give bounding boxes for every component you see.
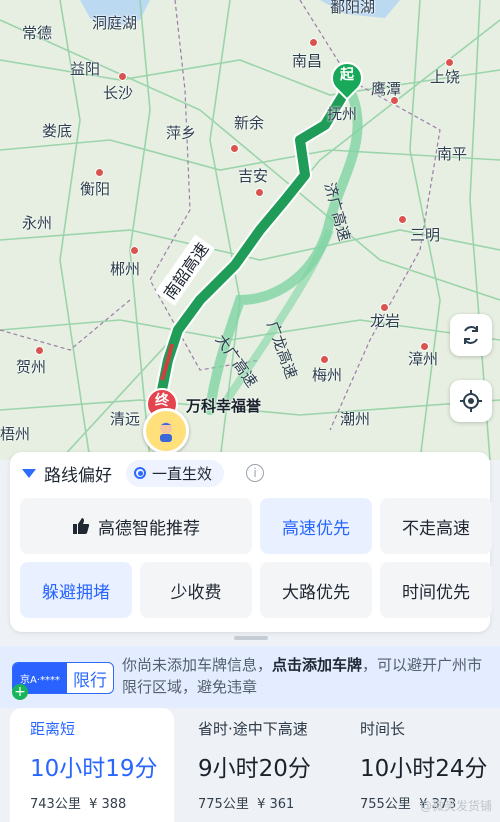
city-dot <box>130 246 139 255</box>
thumbs-up-icon <box>73 518 90 534</box>
info-icon[interactable]: i <box>246 464 265 482</box>
radio-icon <box>134 467 146 479</box>
city-label: 南平 <box>437 145 468 163</box>
watermark: @微笑发货铺 <box>419 799 492 813</box>
option-time-first[interactable]: 时间优先 <box>380 562 492 618</box>
option-highway-first[interactable]: 高速优先 <box>260 498 372 554</box>
city-dot <box>35 346 44 355</box>
route-preference-panel: 路线偏好 一直生效 i 高德智能推荐 高速优先 不走高速 躲避拥堵 少收费 大路… <box>10 452 492 632</box>
city-label: 郴州 <box>110 260 141 278</box>
city-label: 新余 <box>234 114 265 132</box>
preference-title: 路线偏好 <box>44 465 112 486</box>
option-less-toll[interactable]: 少收费 <box>140 562 252 618</box>
add-plate-icon[interactable]: + <box>12 684 28 700</box>
route-time: 10小时19分 <box>30 756 158 782</box>
city-label: 梧州 <box>0 425 31 443</box>
route-toll: ¥ 361 <box>257 797 295 812</box>
option-avoid-highway[interactable]: 不走高速 <box>380 498 492 554</box>
option-main-road[interactable]: 大路优先 <box>260 562 372 618</box>
city-label: 洞庭湖 <box>92 14 138 32</box>
option-avoid-congestion[interactable]: 躲避拥堵 <box>20 562 132 618</box>
city-label: 三明 <box>410 226 441 244</box>
sticky-label: 一直生效 <box>152 464 213 483</box>
option-label: 高德智能推荐 <box>98 518 200 539</box>
refresh-route-button[interactable] <box>450 314 492 356</box>
city-label: 贺州 <box>16 358 47 376</box>
route-distance: 775公里 <box>198 797 249 812</box>
option-label: 高速优先 <box>282 518 350 539</box>
city-label: 常德 <box>22 24 53 42</box>
city-dot <box>230 144 239 153</box>
route-meta: 743公里 ¥ 388 <box>30 793 174 812</box>
route-label: 距离短 <box>30 720 76 738</box>
preference-header[interactable]: 路线偏好 一直生效 i <box>22 458 265 488</box>
start-marker-label: 起 <box>340 67 354 83</box>
destination-label: 万科幸福誉 <box>186 397 262 415</box>
map-view[interactable]: 鄱阳湖 常德 洞庭湖 南昌 益阳 长沙 鹰潭 上饶 抚州 娄底 萍乡 新余 南平… <box>0 0 500 460</box>
route-distance: 743公里 <box>30 797 81 812</box>
city-label: 南昌 <box>292 52 323 70</box>
option-label: 不走高速 <box>402 518 470 539</box>
city-label: 梅州 <box>312 366 343 384</box>
city-label: 龙岩 <box>370 312 401 330</box>
city-label: 永州 <box>22 214 53 232</box>
city-label: 衡阳 <box>80 180 111 198</box>
option-label: 少收费 <box>170 582 222 603</box>
city-label: 鄱阳湖 <box>330 0 376 16</box>
route-label: 省时·途中下高速 <box>198 720 308 738</box>
end-marker-label: 终 <box>155 393 169 409</box>
city-label: 长沙 <box>103 84 134 102</box>
restriction-tag: 限行 <box>73 670 107 691</box>
route-options: 距离短 10小时19分 743公里 ¥ 388 省时·途中下高速 9小时20分 … <box>0 708 500 822</box>
city-label: 吉安 <box>238 167 269 185</box>
city-label: 鹰潭 <box>371 80 402 98</box>
option-label: 大路优先 <box>282 582 350 603</box>
plate-notice-banner[interactable]: 京A·**** 限行 + 你尚未添加车牌信息，点击添加车牌，可以避开广州市限行区… <box>0 646 500 708</box>
sticky-toggle[interactable]: 一直生效 <box>126 459 225 487</box>
city-dot <box>118 72 127 81</box>
route-card-shortest[interactable]: 距离短 10小时19分 743公里 ¥ 388 <box>10 708 174 822</box>
route-meta: 775公里 ¥ 361 <box>198 793 338 812</box>
city-dot <box>309 38 318 47</box>
user-avatar-icon <box>143 408 189 454</box>
city-dot <box>398 215 407 224</box>
collapse-triangle-icon <box>22 468 36 478</box>
option-label: 时间优先 <box>402 582 470 603</box>
locate-icon <box>460 390 482 412</box>
locate-button[interactable] <box>450 380 492 422</box>
drag-handle[interactable] <box>234 636 268 640</box>
route-label: 时间长 <box>360 720 406 738</box>
city-label: 漳州 <box>408 350 439 368</box>
city-dot <box>320 355 329 364</box>
city-label: 娄底 <box>42 122 73 140</box>
city-label: 上饶 <box>430 68 461 86</box>
city-label: 潮州 <box>340 410 371 428</box>
add-plate-link[interactable]: 点击添加车牌 <box>272 656 362 674</box>
route-card-timesave[interactable]: 省时·途中下高速 9小时20分 775公里 ¥ 361 <box>178 708 338 822</box>
city-label: 萍乡 <box>166 124 197 142</box>
refresh-icon <box>464 326 478 344</box>
city-dot <box>255 188 264 197</box>
option-smart-recommend[interactable]: 高德智能推荐 <box>20 498 252 554</box>
route-time: 10小时24分 <box>360 756 488 782</box>
city-label: 清远 <box>110 410 141 428</box>
city-label: 抚州 <box>327 105 358 123</box>
notice-text-part: 你尚未添加车牌信息， <box>122 656 273 674</box>
option-label: 躲避拥堵 <box>42 582 110 603</box>
route-toll: ¥ 388 <box>89 797 127 812</box>
notice-text: 你尚未添加车牌信息，点击添加车牌，可以避开广州市限行区域，避免违章 <box>122 654 492 698</box>
route-time: 9小时20分 <box>198 756 311 782</box>
route-distance: 755公里 <box>360 797 411 812</box>
city-label: 益阳 <box>70 60 101 78</box>
city-dot <box>95 168 104 177</box>
